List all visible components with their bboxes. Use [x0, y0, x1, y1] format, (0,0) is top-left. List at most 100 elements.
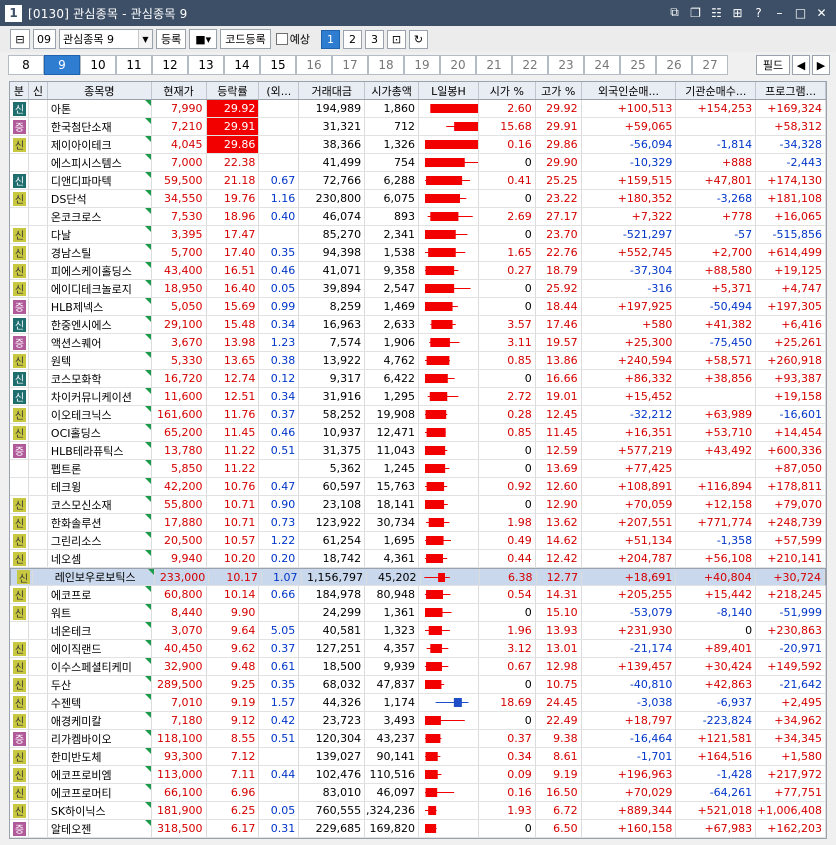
table-row[interactable]: 증 한국첨단소재 7,210 29.91 31,321 712 15.68 29.91 +59,…: [10, 118, 826, 136]
table-row[interactable]: 신 그린리소스 20,500 10.57 1.22 61,254 1,695 0.49 14.6…: [10, 532, 826, 550]
page-tab-26[interactable]: 26: [656, 55, 692, 75]
table-row[interactable]: 신 차이커뮤니케이션 11,600 12.51 0.34 31,916 1,295 2.72 1…: [10, 388, 826, 406]
copy-window-icon[interactable]: ❐: [687, 4, 704, 21]
page-tab-11[interactable]: 11: [116, 55, 152, 75]
page-tab-9[interactable]: 9: [44, 55, 80, 75]
checkbox-box[interactable]: [275, 33, 288, 45]
view-1-button[interactable]: 1: [320, 29, 340, 49]
page-tab-25[interactable]: 25: [620, 55, 656, 75]
page-tab-20[interactable]: 20: [440, 55, 476, 75]
table-row[interactable]: 증 HLB제넥스 5,050 15.69 0.99 8,259 1,469 0 18.44 +19…: [10, 298, 826, 316]
column-header[interactable]: 신: [29, 82, 48, 99]
minimize-icon[interactable]: –: [771, 4, 788, 21]
link-icon[interactable]: ⧉: [666, 4, 683, 21]
prev-icon[interactable]: ◀: [792, 55, 810, 75]
table-row[interactable]: 펩트론 5,850 11.22 5,362 1,245 0 13.69 +77,425 +87,…: [10, 460, 826, 478]
table-row[interactable]: 신 SK하이닉스 181,900 6.25 0.05 760,555 ,324,236 1.9…: [10, 802, 826, 820]
table-row[interactable]: 신 경남스틸 5,700 17.40 0.35 94,398 1,538 1.65 22.76 +…: [10, 244, 826, 262]
table-row[interactable]: 신 한화솔루션 17,880 10.71 0.73 123,922 30,734 1.98 13…: [10, 514, 826, 532]
group-toggle-icon[interactable]: ⊟: [10, 29, 30, 49]
table-row[interactable]: 신 워트 8,440 9.90 24,299 1,361 0 15.10 -53,079 -8,1…: [10, 604, 826, 622]
table-row[interactable]: 신 네오셈 9,940 10.20 0.20 18,742 4,361 0.44 12.42 +2…: [10, 550, 826, 568]
table-row[interactable]: 신 OCI홀딩스 65,200 11.45 0.46 10,937 12,471 0.85 11…: [10, 424, 826, 442]
table-row[interactable]: 에스피시스템스 7,000 22.38 41,499 754 0 29.90 -10,329 +…: [10, 154, 826, 172]
column-header[interactable]: 현재가: [152, 82, 207, 99]
table-row[interactable]: 신 수젠텍 7,010 9.19 1.57 44,326 1,174 18.69 24.45 -3…: [10, 694, 826, 712]
page-tab-13[interactable]: 13: [188, 55, 224, 75]
grid-settings-icon[interactable]: ⊞: [729, 4, 746, 21]
page-tab-12[interactable]: 12: [152, 55, 188, 75]
column-header[interactable]: 거래대금: [299, 82, 366, 99]
page-tab-24[interactable]: 24: [584, 55, 620, 75]
table-row[interactable]: 신 이수스페셜티케미 32,900 9.48 0.61 18,500 9,939 0.67 12…: [10, 658, 826, 676]
forecast-checkbox[interactable]: 예상: [275, 31, 310, 47]
column-header[interactable]: 외국인순매...: [582, 82, 677, 99]
table-row[interactable]: 네온테크 3,070 9.64 5.05 40,581 1,323 1.96 13.93 +23…: [10, 622, 826, 640]
page-tab-14[interactable]: 14: [224, 55, 260, 75]
column-header[interactable]: 분: [10, 82, 29, 99]
table-row[interactable]: 온코크로스 7,530 18.96 0.40 46,074 893 2.69 27.17 +7,…: [10, 208, 826, 226]
page-tab-17[interactable]: 17: [332, 55, 368, 75]
table-row[interactable]: 신 피에스케이홀딩스 43,400 16.51 0.46 41,071 9,358 0.27 1…: [10, 262, 826, 280]
table-row[interactable]: 신 원텍 5,330 13.65 0.38 13,922 4,762 0.85 13.86 +24…: [10, 352, 826, 370]
refresh-icon[interactable]: ↻: [408, 29, 428, 49]
maximize-icon[interactable]: □: [792, 4, 809, 21]
table-row[interactable]: 증 리가켐바이오 118,100 8.55 0.51 120,304 43,237 0.37 9…: [10, 730, 826, 748]
table-row[interactable]: 신 레인보우로보틱스 233,000 10.17 1.07 1,156,797 45,202…: [10, 568, 826, 586]
table-row[interactable]: 신 한미반도체 93,300 7.12 139,027 90,141 0.34 8.61 -1,…: [10, 748, 826, 766]
close-icon[interactable]: ✕: [813, 4, 830, 21]
table-row[interactable]: 신 에이직랜드 40,450 9.62 0.37 127,251 4,357 3.12 13.0…: [10, 640, 826, 658]
table-row[interactable]: 증 액션스퀘어 3,670 13.98 1.23 7,574 1,906 3.11 19.57 +…: [10, 334, 826, 352]
table-row[interactable]: 신 제이아이테크 4,045 29.86 38,366 1,326 0.16 29.86 -56…: [10, 136, 826, 154]
table-row[interactable]: 증 알테오젠 318,500 6.17 0.31 229,685 169,820 0 6.50 +…: [10, 820, 826, 838]
page-tab-27[interactable]: 27: [692, 55, 728, 75]
page-tab-22[interactable]: 22: [512, 55, 548, 75]
column-header[interactable]: 고가 %: [536, 82, 582, 99]
layout-icon[interactable]: ⊡: [386, 29, 406, 49]
window-list-icon[interactable]: ☷: [708, 4, 725, 21]
column-header[interactable]: (외...: [259, 82, 300, 99]
table-row[interactable]: 신 에코프로 60,800 10.14 0.66 184,978 80,948 0.54 14.…: [10, 586, 826, 604]
page-tab-10[interactable]: 10: [80, 55, 116, 75]
column-header[interactable]: 등락률: [207, 82, 260, 99]
page-tab-8[interactable]: 8: [8, 55, 44, 75]
column-header[interactable]: 시가총액: [365, 82, 420, 99]
table-row[interactable]: 신 코스모화학 16,720 12.74 0.12 9,317 6,422 0 16.66 +86…: [10, 370, 826, 388]
code-register-button[interactable]: 코드등록: [220, 29, 271, 49]
table-row[interactable]: 증 HLB테라퓨틱스 13,780 11.22 0.51 31,375 11,043 0 12.…: [10, 442, 826, 460]
table-row[interactable]: 신 DS단석 34,550 19.76 1.16 230,800 6,075 0 23.22 +1…: [10, 190, 826, 208]
table-row[interactable]: 신 애경케미칼 7,180 9.12 0.42 23,723 3,493 0 22.49 +18,…: [10, 712, 826, 730]
group-select[interactable]: 관심종목 9 ▼: [59, 29, 153, 49]
table-row[interactable]: 신 다날 3,395 17.47 85,270 2,341 0 23.70 -521,297 -5…: [10, 226, 826, 244]
register-button[interactable]: 등록: [156, 29, 187, 49]
view-3-button[interactable]: 3: [364, 29, 384, 49]
table-row[interactable]: 신 이오테크닉스 161,600 11.76 0.37 58,252 19,908 0.28 1…: [10, 406, 826, 424]
menu-dropdown-button[interactable]: ■▾: [189, 29, 218, 49]
table-row[interactable]: 신 아톤 7,990 29.92 194,989 1,860 2.60 29.92 +100,5…: [10, 100, 826, 118]
table-row[interactable]: 신 디앤디파마텍 59,500 21.18 0.67 72,766 6,288 0.41 25.…: [10, 172, 826, 190]
table-row[interactable]: 신 에코프로머티 66,100 6.96 83,010 46,097 0.16 16.50 +7…: [10, 784, 826, 802]
table-row[interactable]: 신 코스모신소재 55,800 10.71 0.90 23,108 18,141 0 12.90…: [10, 496, 826, 514]
page-tab-21[interactable]: 21: [476, 55, 512, 75]
column-header[interactable]: L일봉H: [419, 82, 479, 99]
view-2-button[interactable]: 2: [342, 29, 362, 49]
column-header[interactable]: 시가 %: [479, 82, 536, 99]
group-number-field[interactable]: 09: [33, 29, 56, 49]
column-header[interactable]: 프로그램...: [756, 82, 826, 99]
page-tab-16[interactable]: 16: [296, 55, 332, 75]
table-row[interactable]: 신 에이디테크놀로지 18,950 16.40 0.05 39,894 2,547 0 25.9…: [10, 280, 826, 298]
stock-name-cell: 코스모신소재: [48, 496, 152, 513]
next-icon[interactable]: ▶: [812, 55, 830, 75]
page-tab-15[interactable]: 15: [260, 55, 296, 75]
table-row[interactable]: 테크윙 42,200 10.76 0.47 60,597 15,763 0.92 12.60 +…: [10, 478, 826, 496]
help-icon[interactable]: ?: [750, 4, 767, 21]
table-row[interactable]: 신 두산 289,500 9.25 0.35 68,032 47,837 0 10.75 -40,…: [10, 676, 826, 694]
page-tab-19[interactable]: 19: [404, 55, 440, 75]
table-row[interactable]: 신 에코프로비엠 113,000 7.11 0.44 102,476 110,516 0.09…: [10, 766, 826, 784]
page-tab-18[interactable]: 18: [368, 55, 404, 75]
page-tab-23[interactable]: 23: [548, 55, 584, 75]
column-header[interactable]: 종목명: [48, 82, 152, 99]
field-button[interactable]: 필드: [756, 55, 790, 75]
column-header[interactable]: 기관순매수...: [676, 82, 757, 99]
table-row[interactable]: 신 한중엔시에스 29,100 15.48 0.34 16,963 2,633 3.57 17.…: [10, 316, 826, 334]
